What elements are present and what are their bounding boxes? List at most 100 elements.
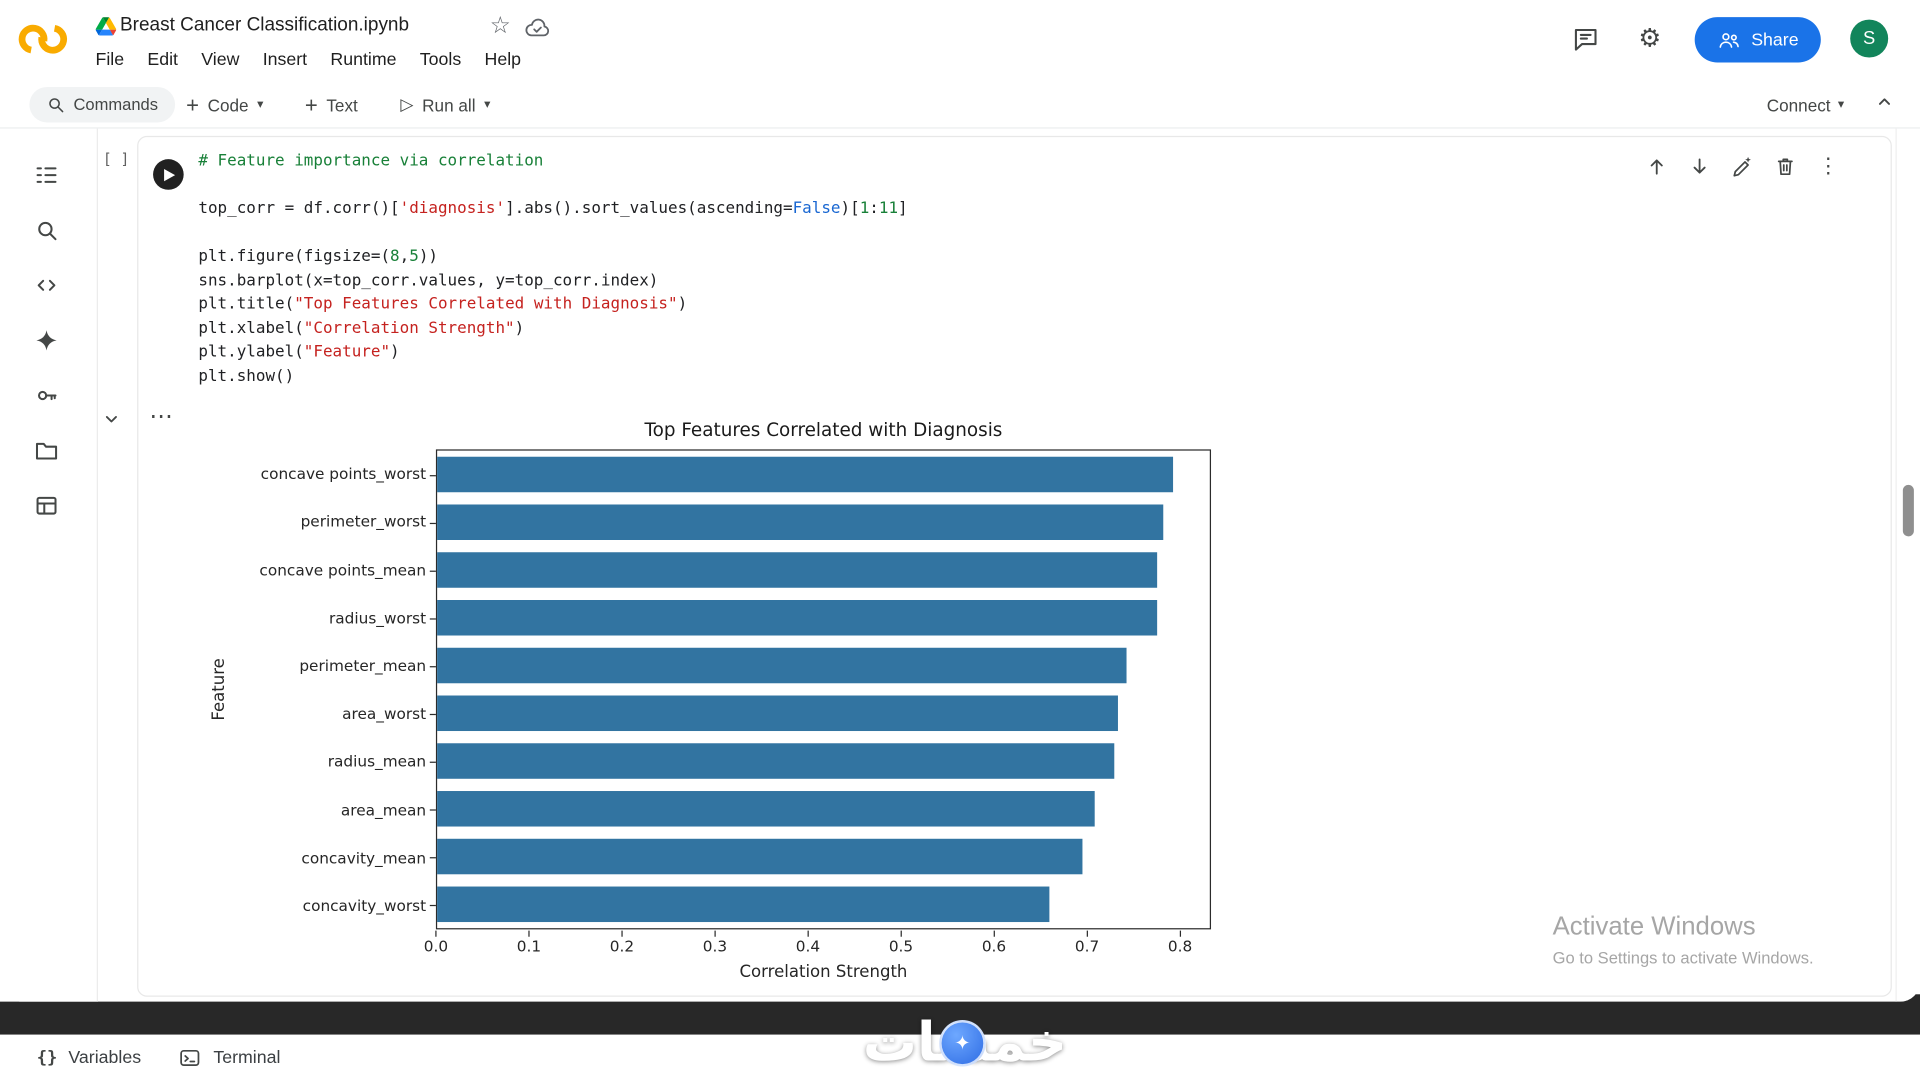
chart-category-label: concavity_mean bbox=[198, 833, 426, 881]
chart-category-label: concave points_mean bbox=[198, 545, 426, 593]
chart-bar bbox=[437, 792, 1094, 826]
chart-category-label: concave points_worst bbox=[198, 449, 426, 497]
notebook-title[interactable]: Breast Cancer Classification.ipynb bbox=[120, 15, 409, 37]
run-cell-button[interactable] bbox=[153, 159, 184, 190]
code-editor[interactable]: # Feature importance via correlation top… bbox=[198, 149, 907, 388]
chart-x-axis-label: Correlation Strength bbox=[436, 962, 1211, 982]
menu-view[interactable]: View bbox=[201, 50, 239, 70]
execution-indicator: [ ] bbox=[103, 151, 130, 168]
chart-xtick-label: 0.4 bbox=[796, 937, 820, 955]
chart-category-label: area_worst bbox=[198, 689, 426, 737]
chart-xtick-label: 0.7 bbox=[1075, 937, 1099, 955]
variables-label: Variables bbox=[68, 1048, 141, 1068]
chart-bar-row bbox=[437, 785, 1210, 833]
edit-with-ai-icon[interactable] bbox=[1729, 153, 1756, 180]
code-line bbox=[198, 221, 907, 245]
chart-xtick-label: 0.3 bbox=[703, 937, 727, 955]
find-replace-icon[interactable] bbox=[21, 204, 72, 255]
move-cell-down-icon[interactable] bbox=[1686, 153, 1713, 180]
windows-activation-title: Activate Windows bbox=[1553, 912, 1814, 941]
chart-ylabels: concave points_worstperimeter_worstconca… bbox=[198, 449, 426, 929]
chart-bar-row bbox=[437, 498, 1210, 546]
cloud-save-icon[interactable] bbox=[524, 17, 551, 38]
chart-bar bbox=[437, 601, 1157, 635]
variables-braces-icon: {} bbox=[37, 1048, 58, 1068]
colab-app: Breast Cancer Classification.ipynb ☆ Fil… bbox=[0, 0, 1920, 1080]
cell-toolbar: ⋮ bbox=[1643, 153, 1841, 180]
chart-xtick-label: 0.0 bbox=[424, 937, 448, 955]
run-all-label: Run all bbox=[422, 95, 475, 115]
more-vert-icon[interactable]: ⋮ bbox=[1815, 153, 1842, 180]
star-icon[interactable]: ☆ bbox=[490, 12, 511, 40]
chart-category-label: radius_worst bbox=[198, 593, 426, 641]
scrollbar-thumb[interactable] bbox=[1903, 485, 1914, 536]
chart-bar bbox=[437, 744, 1114, 778]
menu-file[interactable]: File bbox=[96, 50, 125, 70]
delete-cell-icon[interactable] bbox=[1772, 153, 1799, 180]
share-button-label: Share bbox=[1751, 30, 1798, 50]
chart-bar bbox=[437, 887, 1049, 921]
plus-icon: + bbox=[305, 94, 318, 116]
add-code-button[interactable]: + Code ▾ bbox=[186, 87, 263, 123]
comments-icon[interactable] bbox=[1571, 24, 1600, 53]
code-line: sns.barplot(x=top_corr.values, y=top_cor… bbox=[198, 269, 907, 293]
menu-runtime[interactable]: Runtime bbox=[330, 50, 396, 70]
menu-help[interactable]: Help bbox=[484, 50, 521, 70]
commands-button[interactable]: Commands bbox=[29, 87, 175, 123]
code-snippets-icon[interactable] bbox=[21, 260, 72, 311]
chart-bar-row bbox=[437, 833, 1210, 881]
chart-category-label: radius_mean bbox=[198, 737, 426, 785]
chart-xtick-label: 0.1 bbox=[517, 937, 541, 955]
menu-tools[interactable]: Tools bbox=[420, 50, 461, 70]
connect-button[interactable]: Connect ▾ bbox=[1767, 87, 1844, 123]
account-avatar[interactable]: S bbox=[1850, 20, 1888, 58]
search-icon bbox=[47, 96, 65, 114]
chart-bar-row bbox=[437, 451, 1210, 499]
chart-bar bbox=[437, 696, 1118, 730]
bottom-statusbar: {} Variables Terminal bbox=[0, 1035, 1920, 1080]
chart-bar-row bbox=[437, 546, 1210, 594]
chevron-down-icon: ▾ bbox=[1838, 98, 1844, 111]
terminal-label: Terminal bbox=[213, 1048, 280, 1068]
colab-logo-icon[interactable] bbox=[17, 21, 68, 58]
menu-edit[interactable]: Edit bbox=[147, 50, 178, 70]
move-cell-up-icon[interactable] bbox=[1643, 153, 1670, 180]
variables-button[interactable]: {} Variables bbox=[37, 1048, 141, 1068]
chart-bar-row bbox=[437, 594, 1210, 642]
chart-category-label: concavity_worst bbox=[198, 881, 426, 929]
code-line: top_corr = df.corr()['diagnosis'].abs().… bbox=[198, 197, 907, 221]
collapse-header-button[interactable] bbox=[1873, 91, 1895, 113]
files-folder-icon[interactable] bbox=[21, 425, 72, 476]
chart-category-label: perimeter_mean bbox=[198, 641, 426, 689]
chart-title: Top Features Correlated with Diagnosis bbox=[436, 419, 1211, 441]
chart-bar bbox=[437, 457, 1173, 491]
play-icon bbox=[164, 168, 175, 180]
chart-category-label: perimeter_worst bbox=[198, 497, 426, 545]
chart-bar bbox=[437, 648, 1126, 682]
scrollbar-track[interactable] bbox=[1896, 129, 1897, 1002]
chart-bar-row bbox=[437, 737, 1210, 785]
table-of-contents-icon[interactable] bbox=[21, 149, 72, 200]
settings-gear-icon[interactable]: ⚙ bbox=[1638, 24, 1661, 53]
share-button[interactable]: Share bbox=[1695, 17, 1821, 62]
secrets-key-icon[interactable] bbox=[21, 370, 72, 421]
output-options-icon[interactable]: ⋯ bbox=[149, 403, 173, 431]
chevron-down-icon: ▾ bbox=[257, 98, 263, 111]
collapse-output-chevron-icon[interactable] bbox=[100, 408, 122, 430]
terminal-icon bbox=[178, 1045, 202, 1069]
data-table-icon[interactable] bbox=[21, 480, 72, 531]
chart-bar-row bbox=[437, 880, 1210, 928]
menu-insert[interactable]: Insert bbox=[263, 50, 307, 70]
terminal-button[interactable]: Terminal bbox=[178, 1045, 281, 1069]
header: Breast Cancer Classification.ipynb ☆ Fil… bbox=[0, 0, 1920, 81]
run-all-button[interactable]: ▷ Run all ▾ bbox=[400, 87, 490, 123]
chevron-down-icon: ▾ bbox=[484, 98, 490, 111]
chart-bar bbox=[437, 839, 1082, 873]
code-line: # Feature importance via correlation bbox=[198, 149, 907, 173]
add-code-label: Code bbox=[208, 95, 249, 115]
gemini-spark-icon[interactable] bbox=[21, 315, 72, 366]
output-figure: Top Features Correlated with Diagnosis F… bbox=[198, 409, 1222, 994]
chart-xtick-label: 0.5 bbox=[889, 937, 913, 955]
add-text-button[interactable]: + Text bbox=[305, 87, 358, 123]
code-line: plt.ylabel("Feature") bbox=[198, 340, 907, 364]
